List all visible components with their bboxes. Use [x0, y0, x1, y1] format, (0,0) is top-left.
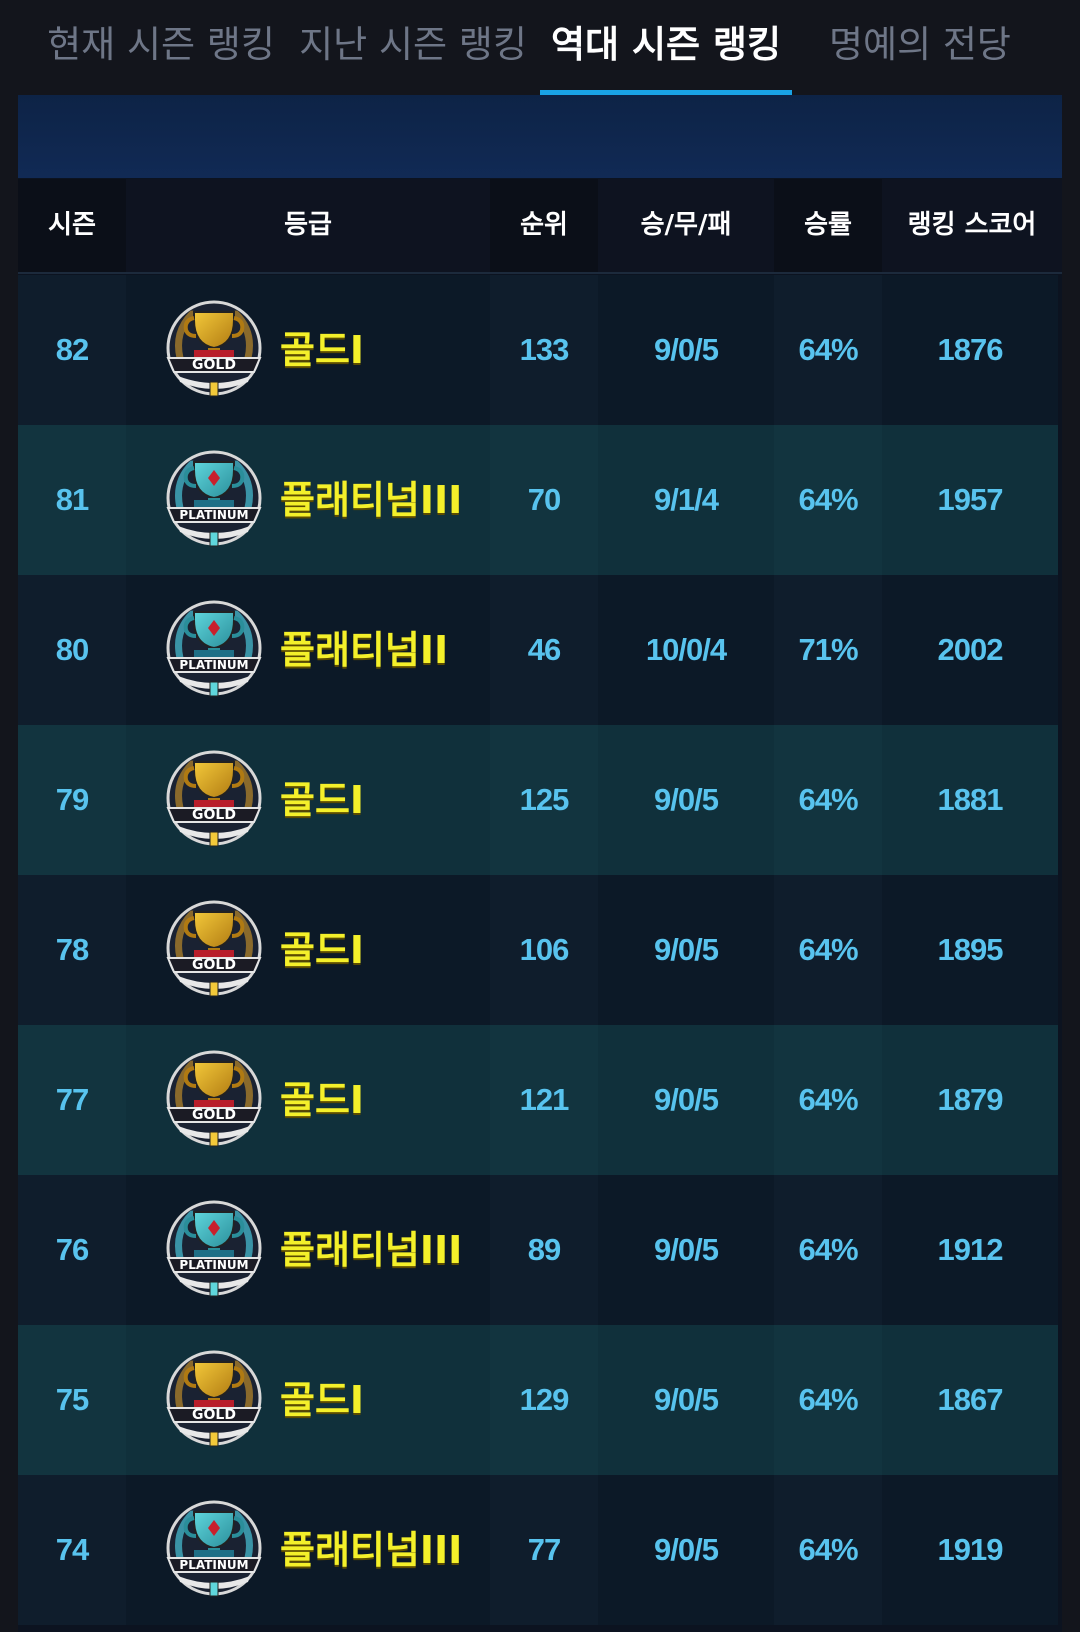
- platinum-trophy-badge-icon: PLATINUM: [164, 1498, 264, 1602]
- win-rate-cell: 71%: [798, 632, 858, 667]
- record-cell: 9/0/5: [654, 1232, 719, 1267]
- grade-name: 플래티넘II: [280, 628, 449, 672]
- ranking-score-cell: 2002: [937, 632, 1004, 667]
- ranking-score-cell: 1895: [937, 932, 1004, 967]
- tab-hall-of-fame[interactable]: 명예의 전당: [820, 10, 1020, 80]
- season-cell: 82: [55, 332, 89, 367]
- table-row: 82 GOLD 골드I 133 9/0/5 64% 1876: [18, 275, 1058, 425]
- header-grade: 등급: [126, 179, 490, 272]
- table-row: 75 GOLD 골드I 129 9/0/5 64% 1867: [18, 1325, 1058, 1475]
- svg-text:PLATINUM: PLATINUM: [179, 1258, 248, 1272]
- platinum-trophy-badge-icon: PLATINUM: [164, 1198, 264, 1302]
- rank-cell: 133: [519, 332, 570, 367]
- platinum-trophy-badge-icon: PLATINUM: [164, 448, 264, 552]
- header-ranking-score: 랭킹 스코어: [882, 179, 1062, 272]
- season-cell: 74: [55, 1532, 89, 1567]
- record-cell: 9/1/4: [654, 482, 719, 517]
- table-row: 78 GOLD 골드I 106 9/0/5 64% 1895: [18, 875, 1058, 1025]
- record-cell: 9/0/5: [654, 1382, 719, 1417]
- platinum-trophy-badge-icon: PLATINUM: [164, 598, 264, 702]
- rank-cell: 106: [519, 932, 570, 967]
- ranking-score-cell: 1879: [937, 1082, 1004, 1117]
- rank-cell: 70: [527, 482, 561, 517]
- table-row: 80 PLATINUM 플래티넘II 46 10/0/4 71% 2002: [18, 575, 1058, 725]
- grade-name: 플래티넘III: [280, 1528, 463, 1572]
- table-row: 81 PLATINUM 플래티넘III 70 9/1/4 64% 1957: [18, 425, 1058, 575]
- grade-name: 플래티넘III: [280, 1228, 463, 1272]
- grade-name: 골드I: [280, 778, 365, 822]
- svg-text:GOLD: GOLD: [192, 357, 236, 373]
- svg-text:GOLD: GOLD: [192, 1407, 236, 1423]
- ranking-score-cell: 1919: [937, 1532, 1004, 1567]
- table-header: 시즌 등급 순위 승/무/패 승률 랭킹 스코어: [18, 179, 1062, 274]
- record-cell: 10/0/4: [645, 632, 727, 667]
- svg-text:GOLD: GOLD: [192, 807, 236, 823]
- record-cell: 9/0/5: [654, 1082, 719, 1117]
- gold-trophy-badge-icon: GOLD: [164, 1048, 264, 1152]
- header-rank: 순위: [520, 210, 568, 240]
- tab-all-seasons[interactable]: 역대 시즌 랭킹: [540, 10, 792, 80]
- season-cell: 79: [55, 782, 89, 817]
- rank-cell: 77: [527, 1532, 561, 1567]
- tab-last-season[interactable]: 지난 시즌 랭킹: [294, 10, 532, 80]
- svg-text:PLATINUM: PLATINUM: [179, 508, 248, 522]
- rank-cell: 46: [527, 632, 561, 667]
- grade-name: 플래티넘III: [280, 478, 463, 522]
- win-rate-cell: 64%: [798, 1382, 858, 1417]
- grade-name: 골드I: [280, 1378, 365, 1422]
- season-cell: 80: [55, 632, 89, 667]
- panel-banner: [18, 95, 1062, 178]
- gold-trophy-badge-icon: GOLD: [164, 748, 264, 852]
- win-rate-cell: 64%: [798, 482, 858, 517]
- win-rate-cell: 64%: [798, 1082, 858, 1117]
- svg-text:GOLD: GOLD: [192, 957, 236, 973]
- svg-text:PLATINUM: PLATINUM: [179, 658, 248, 672]
- season-cell: 76: [55, 1232, 89, 1267]
- season-tabs: 현재 시즌 랭킹 지난 시즌 랭킹 역대 시즌 랭킹 명예의 전당: [0, 0, 1080, 96]
- win-rate-cell: 64%: [798, 332, 858, 367]
- svg-text:PLATINUM: PLATINUM: [179, 1558, 248, 1572]
- gold-trophy-badge-icon: GOLD: [164, 1348, 264, 1452]
- gold-trophy-badge-icon: GOLD: [164, 298, 264, 402]
- win-rate-cell: 64%: [798, 1532, 858, 1567]
- grade-name: 골드I: [280, 1078, 365, 1122]
- rank-cell: 129: [519, 1382, 570, 1417]
- svg-text:GOLD: GOLD: [192, 1107, 236, 1123]
- grade-name: 골드I: [280, 928, 365, 972]
- grade-name: 골드I: [280, 328, 365, 372]
- rank-cell: 89: [527, 1232, 561, 1267]
- win-rate-cell: 64%: [798, 1232, 858, 1267]
- season-cell: 75: [55, 1382, 89, 1417]
- gold-trophy-badge-icon: GOLD: [164, 898, 264, 1002]
- ranking-score-cell: 1912: [937, 1232, 1004, 1267]
- record-cell: 9/0/5: [654, 782, 719, 817]
- table-row: 74 PLATINUM 플래티넘III 77 9/0/5 64% 1919: [18, 1475, 1058, 1625]
- season-cell: 78: [55, 932, 89, 967]
- win-rate-cell: 64%: [798, 782, 858, 817]
- ranking-score-cell: 1881: [937, 782, 1004, 817]
- win-rate-cell: 64%: [798, 932, 858, 967]
- table-row: 76 PLATINUM 플래티넘III 89 9/0/5 64% 1912: [18, 1175, 1058, 1325]
- record-cell: 9/0/5: [654, 1532, 719, 1567]
- ranking-score-cell: 1876: [937, 332, 1004, 367]
- rank-cell: 125: [519, 782, 570, 817]
- table-row: 77 GOLD 골드I 121 9/0/5 64% 1879: [18, 1025, 1058, 1175]
- header-season: 시즌: [48, 210, 96, 240]
- header-win-rate: 승률: [804, 210, 852, 240]
- header-record: 승/무/패: [598, 179, 774, 272]
- ranking-score-cell: 1867: [937, 1382, 1004, 1417]
- ranking-score-cell: 1957: [937, 482, 1004, 517]
- tab-current-season[interactable]: 현재 시즌 랭킹: [42, 10, 280, 80]
- record-cell: 9/0/5: [654, 332, 719, 367]
- season-cell: 81: [55, 482, 89, 517]
- rank-cell: 121: [519, 1082, 570, 1117]
- ranking-panel: 시즌 등급 순위 승/무/패 승률 랭킹 스코어 82 GOLD 골드I 133 9/0…: [18, 95, 1062, 1632]
- season-cell: 77: [55, 1082, 89, 1117]
- table-row: 79 GOLD 골드I 125 9/0/5 64% 1881: [18, 725, 1058, 875]
- record-cell: 9/0/5: [654, 932, 719, 967]
